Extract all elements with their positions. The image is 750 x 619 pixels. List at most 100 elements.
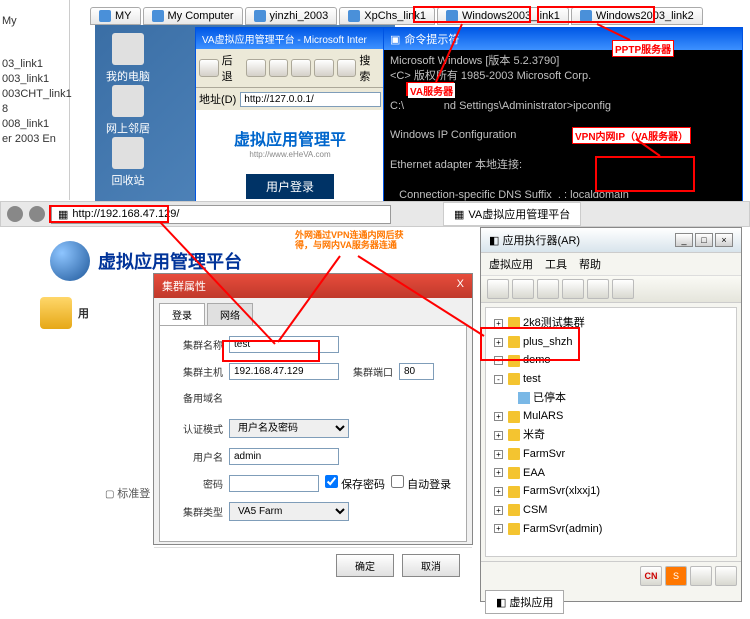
desktop-mycomputer-icon[interactable]: 我的电脑 [103,33,153,84]
tab-mycomputer[interactable]: My Computer [143,7,243,25]
desktop-network-icon[interactable]: 网上邻居 [103,85,153,136]
cluster-type-label: 集群类型 [168,504,223,519]
expand-icon[interactable]: + [494,468,503,477]
cluster-name-input[interactable] [229,336,339,353]
maximize-button[interactable]: □ [695,233,713,247]
cluster-type-select[interactable]: VA5 Farm [229,502,349,521]
cluster-host-input[interactable] [229,363,339,380]
ok-button[interactable]: 确定 [336,554,394,577]
search-button[interactable] [337,59,357,77]
tab-icon: ◧ [496,596,506,609]
menu-tools[interactable]: 工具 [545,256,567,272]
tree-label[interactable]: FarmSvr(xlxxj1) [523,482,600,501]
ar-menubar: 虚拟应用 工具 帮助 [481,253,741,276]
expand-icon[interactable]: + [494,506,503,515]
tab-login[interactable]: 登录 [159,303,205,325]
expand-icon[interactable]: + [494,431,503,440]
tab-xpchs[interactable]: XpChs_link1 [339,7,435,25]
toolbar-button[interactable] [612,279,634,299]
home-button[interactable] [314,59,334,77]
forward-button[interactable] [246,59,266,77]
stop-button[interactable] [269,59,289,77]
annotation-va: VA服务器 [408,83,455,98]
expand-icon[interactable]: + [494,487,503,496]
cmd-titlebar: ▣命令提示符 [384,28,742,50]
list-item[interactable]: 03_link1 [2,58,67,70]
expand-icon[interactable]: + [494,524,503,533]
lang-button[interactable]: CN [640,566,662,586]
list-item[interactable]: er 2003 En [2,133,67,145]
list-item[interactable]: 003_link1 [2,73,67,85]
minimize-button[interactable]: _ [675,233,693,247]
toolbar-button[interactable] [512,279,534,299]
expand-icon[interactable]: + [494,412,503,421]
ie-window: VA虚拟应用管理平台 - Microsoft Inter 后退 搜索 地址(D)… [195,27,385,202]
tab-vapp[interactable]: ◧虚拟应用 [485,590,564,614]
status-button[interactable] [715,566,737,586]
menu-help[interactable]: 帮助 [579,256,601,272]
list-item[interactable]: 008_link1 [2,118,67,130]
tree-label[interactable]: plus_shzh [523,333,573,352]
save-password-checkbox[interactable]: 保存密码 [325,475,385,492]
expand-icon[interactable]: + [494,338,503,347]
status-button[interactable]: S [665,566,687,586]
tree-label[interactable]: 2k8测试集群 [523,314,585,333]
folder-icon [508,504,520,516]
tree-label[interactable]: 米奇 [523,426,545,445]
tree-label[interactable]: CSM [523,501,547,520]
expand-icon[interactable]: - [494,356,503,365]
cluster-tree[interactable]: +2k8测试集群 + plus_shzh - demo - test 已停本 + Mul… [485,307,737,557]
tree-label[interactable]: demo [523,351,551,370]
password-label: 密码 [168,476,223,491]
browser-address-bar[interactable]: ▦ http://192.168.47.129/ [51,205,391,224]
toolbar-button[interactable] [537,279,559,299]
tree-label[interactable]: FarmSvr(admin) [523,520,602,539]
tab-yinzhi[interactable]: yinzhi_2003 [245,7,338,25]
password-input[interactable] [229,475,319,492]
close-button[interactable]: × [715,233,733,247]
ie-address-bar: 地址(D) [196,88,384,110]
folder-icon [508,486,520,498]
status-button[interactable] [690,566,712,586]
key-icon [40,297,72,329]
tab-win2003-2[interactable]: Windows2003_link2 [571,7,703,25]
nav-forward-icon[interactable] [29,206,45,222]
nav-back-icon[interactable] [7,206,23,222]
folder-icon [508,373,520,385]
auto-login-checkbox[interactable]: 自动登录 [391,475,451,492]
ar-title-text: 应用执行器(AR) [502,235,580,247]
tree-label[interactable]: EAA [523,464,545,483]
expand-icon[interactable]: + [494,450,503,459]
tree-label[interactable]: test [523,370,541,389]
back-button[interactable] [199,59,219,77]
browser-tab[interactable]: ▦VA虚拟应用管理平台 [443,202,581,226]
toolbar-button[interactable] [487,279,509,299]
toolbar-button[interactable] [562,279,584,299]
list-item[interactable]: 003CHT_link1 [2,88,67,100]
tab-label: yinzhi_2003 [270,10,329,22]
tab-network[interactable]: 网络 [207,303,253,325]
toolbar-button[interactable] [587,279,609,299]
cmd-icon: ▣ [390,33,400,46]
desktop-recycle-icon[interactable]: 回收站 [103,137,153,188]
close-button[interactable]: X [457,278,464,294]
tree-label[interactable]: MulARS [523,407,563,426]
refresh-button[interactable] [291,59,311,77]
expand-icon[interactable]: - [494,375,503,384]
tree-label[interactable]: 已停本 [533,389,566,408]
annotation-orange: 外网通过VPN连通内网后获得，与网内VA服务器连通 [293,231,413,251]
expand-icon[interactable]: + [494,319,503,328]
cancel-button[interactable]: 取消 [402,554,460,577]
cluster-port-input[interactable] [399,363,434,380]
tree-label[interactable]: FarmSvr [523,445,565,464]
list-item[interactable]: 8 [2,103,67,115]
ie-address-input[interactable] [240,92,381,107]
username-input[interactable] [229,448,339,465]
auth-mode-select[interactable]: 用户名及密码 [229,419,349,438]
standard-login-link[interactable]: ▢ 标准登 [105,485,150,501]
list-item[interactable]: My [2,15,67,27]
tab-win2003-1[interactable]: Windows2003_link1 [437,7,569,25]
tab-my[interactable]: MY [90,7,141,25]
menu-vapp[interactable]: 虚拟应用 [489,256,533,272]
search-label: 搜索 [359,52,381,84]
